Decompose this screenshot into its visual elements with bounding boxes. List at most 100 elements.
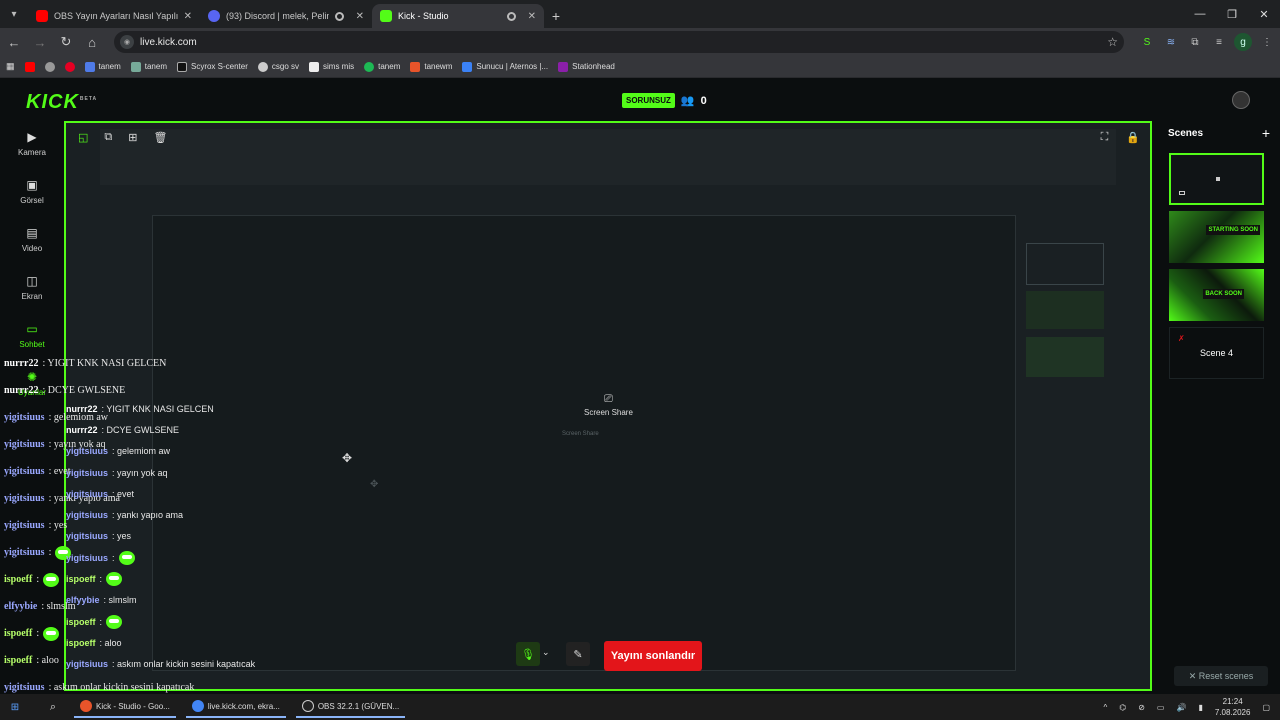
taskbar-app-chrome-kick[interactable]: Kick - Studio - Goo... [74,696,176,718]
taskbar-app-obs[interactable]: OBS 32.2.1 (GÜVEN... [295,696,406,718]
chat-text: : yes [48,520,68,531]
nested-screen-share-label: Screen Share [562,431,599,437]
search-icon[interactable]: ⌕ [42,696,64,718]
logo-beta: BETA [79,96,98,103]
start-button[interactable]: ⊞ [4,696,26,718]
media-icon[interactable]: ≡ [1210,33,1228,51]
chat-text: : YIGIT KNK NASI GELCEN [42,358,167,369]
close-window-button[interactable]: ✕ [1248,0,1280,28]
chat-username: yigitsiuus [4,439,45,450]
chat-username: yigitsiuus [4,412,45,423]
extension-icon[interactable]: S [1138,33,1156,51]
chat-message: elfyybie: slmslm [66,590,326,611]
lock-icon[interactable]: 🔒 [1126,131,1140,144]
avatar[interactable] [1232,91,1250,109]
kick-logo[interactable]: KICKBETA [26,91,97,114]
edit-button[interactable]: ✎ [566,642,590,666]
chat-username: yigitsiuus [66,510,109,521]
bookmark-1[interactable]: tanem [84,61,121,72]
chat-message: nurrr22: YIGIT KNK NASI GELCEN [4,350,224,377]
scene-dot [1216,177,1220,181]
duplicate-icon[interactable]: ⧉ [104,131,112,144]
minimize-button[interactable]: — [1184,0,1216,28]
address-bar[interactable]: ◉ live.kick.com ☆ [114,31,1124,53]
battery-icon[interactable]: ▮ [1198,703,1202,712]
chevron-up-icon[interactable]: ^ [1103,703,1107,712]
taskbar-app-chrome-live[interactable]: live.kick.com, ekra... [185,696,286,718]
clock[interactable]: 21:24 7.08.2026 [1215,696,1251,718]
translate-icon[interactable]: ≋ [1162,33,1180,51]
screen-share-source[interactable]: ⎚ Screen Share [584,393,633,417]
mic-dropdown-chevron-down-icon[interactable]: ⌄ [542,647,550,658]
microphone-button[interactable]: 🎙 [516,642,540,666]
close-icon[interactable]: ✕ [184,11,192,22]
close-icon[interactable]: ✕ [356,11,364,22]
chat-text: : DCYE GWLSENE [42,385,126,396]
logo-text: KICK [26,91,79,113]
bookmark-9[interactable]: Stationhead [558,61,615,72]
tab-kick-studio[interactable]: Kick - Studio ✕ [372,4,544,28]
bookmark-pinterest[interactable] [64,61,75,72]
wifi-off-icon[interactable]: ⊘ [1138,703,1145,712]
notifications-icon[interactable]: ▢ [1262,703,1270,712]
tab-search-icon[interactable]: ▾ [0,0,28,28]
scene-2[interactable]: STARTING SOON [1169,211,1264,263]
tab-discord[interactable]: (93) Discord | melek, Pelinji... ✕ [200,4,372,28]
obs-icon [301,700,314,712]
reset-scenes-button[interactable]: ✕ Reset scenes [1174,666,1268,686]
new-tab-button[interactable]: + [544,4,568,28]
volume-icon[interactable]: 🔊 [1176,703,1186,712]
menu-icon[interactable]: ⋮ [1258,33,1276,51]
sidebar-item-camera[interactable]: ▶ Kamera [0,119,64,167]
site-info-icon[interactable]: ◉ [120,35,134,49]
tab-title: (93) Discord | melek, Pelinji... [226,11,329,21]
add-scene-button[interactable]: + [1262,125,1270,141]
apps-grid-icon[interactable]: ▦ [6,61,15,72]
clock-date: 7.08.2026 [1214,708,1251,717]
puzzle-icon[interactable]: ⧉ [1186,33,1204,51]
chat-text: : [99,574,103,585]
chat-text: : gelemiom aw [112,446,171,457]
taskbar-app-label: OBS 32.2.1 (GÜVEN... [317,701,400,711]
scene-4[interactable]: ✗ Scene 4 [1169,327,1264,379]
bookmark-8[interactable]: Sunucu | Aternos |... [462,61,548,72]
fullscreen-icon[interactable]: ⛶ [1101,131,1109,144]
chat-message: yigitsiuus: askım onlar kickin sesini ka… [66,654,326,675]
reload-button[interactable]: ↻ [54,30,78,54]
display-icon[interactable]: ▭ [1157,703,1165,712]
bookmark-icon [84,61,95,72]
chat-text: : askım onlar kickin sesini kapatıcak [48,682,195,693]
fit-icon[interactable]: ⊞ [128,131,137,144]
sidebar-item-screen[interactable]: ◫ Ekran [0,263,64,311]
bookmark-chrome[interactable] [44,61,55,72]
close-icon[interactable]: ✕ [528,11,536,22]
cast-icon[interactable]: ◱ [78,131,88,144]
maximize-button[interactable]: ❐ [1216,0,1248,28]
canvas-toolbar: ◱ ⧉ ⊞ 🗑 [78,131,167,144]
scene-1[interactable] [1169,153,1264,205]
bookmark-2[interactable]: tanem [130,61,167,72]
home-button[interactable]: ⌂ [80,30,104,54]
scene-badge: BACK SOON [1203,289,1244,299]
sidebar-item-image[interactable]: ▣ Görsel [0,167,64,215]
system-tray: ^ ⌬ ⊘ ▭ 🔊 ▮ 21:24 7.08.2026 ▢ [1103,696,1280,718]
bookmark-4[interactable]: csgo sv [257,61,299,72]
end-stream-button[interactable]: Yayını sonlandır [604,641,702,671]
tab-obs[interactable]: OBS Yayın Ayarları Nasıl Yapılır? ✕ [28,4,200,28]
nested-move-cursor-icon: ✥ [370,479,379,490]
scene-3[interactable]: BACK SOON [1169,269,1264,321]
network-icon[interactable]: ⌬ [1119,703,1126,712]
forward-button[interactable]: → [28,30,52,54]
bookmark-youtube[interactable] [24,61,35,72]
trash-icon[interactable]: 🗑 [153,131,167,144]
back-button[interactable]: ← [2,30,26,54]
bookmark-6[interactable]: tanem [364,61,400,72]
bookmark-5[interactable]: sims mis [309,61,354,72]
profile-icon[interactable]: g [1234,33,1252,51]
chat-username: yigitsiuus [66,488,109,499]
bookmark-3[interactable]: Scyrox S-center [176,61,248,72]
bookmark-star-icon[interactable]: ☆ [1107,35,1118,49]
bookmark-7[interactable]: tanewm [410,61,452,72]
sidebar-item-video[interactable]: ▤ Video [0,215,64,263]
viewer-count: 0 [700,94,707,107]
